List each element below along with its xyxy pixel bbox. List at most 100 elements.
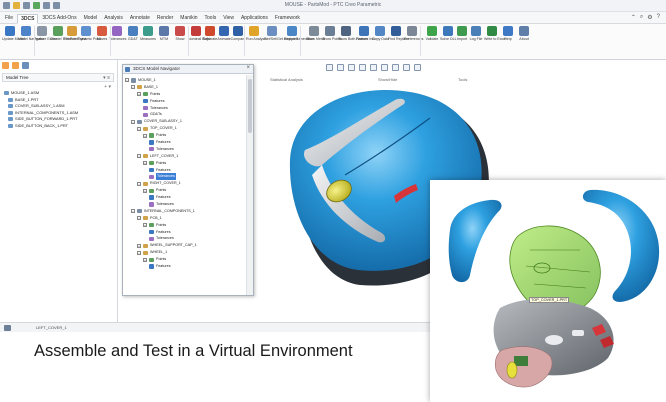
- navigator-item[interactable]: Tolerances: [125, 146, 247, 153]
- navigator-item[interactable]: Features: [125, 167, 247, 174]
- model-navigator-button[interactable]: Model Navigator: [18, 26, 44, 41]
- mtm-button[interactable]: MTM: [156, 26, 172, 41]
- collapse-icon[interactable]: −: [137, 181, 141, 186]
- navigator-item[interactable]: Features: [125, 98, 247, 105]
- tab-view[interactable]: View: [220, 14, 237, 24]
- show-both-names-button[interactable]: Show Both Names: [338, 26, 368, 41]
- collapse-icon[interactable]: −: [137, 126, 141, 131]
- expand-icon[interactable]: +: [143, 257, 147, 262]
- model-tree-header[interactable]: Model Tree ▾ ≡: [2, 73, 114, 82]
- moves-button[interactable]: Moves: [94, 26, 110, 41]
- view-manager-icon[interactable]: [414, 64, 421, 71]
- exploded-mouse-model[interactable]: [430, 180, 666, 402]
- tab-framework[interactable]: Framework: [272, 14, 303, 24]
- collapse-icon[interactable]: −: [131, 209, 135, 214]
- navigator-item[interactable]: − TOP_COVER_1: [125, 125, 247, 132]
- gd-t-button[interactable]: GD&T: [125, 26, 141, 41]
- saved-views-icon[interactable]: [403, 64, 410, 71]
- navigator-item[interactable]: Tolerances: [125, 201, 247, 208]
- navigator-item[interactable]: − MOUSE_1: [125, 77, 247, 84]
- navigator-titlebar[interactable]: 3DCS Model Navigator ×: [123, 65, 253, 74]
- tab-file[interactable]: File: [2, 14, 16, 24]
- navigator-item[interactable]: − INTERNAL_COMPONENTS_1: [125, 208, 247, 215]
- find-replace-button[interactable]: Find Replace: [388, 26, 409, 41]
- collapse-icon[interactable]: −: [125, 78, 129, 83]
- navigator-item[interactable]: − LEFT_COVER_1: [125, 153, 247, 160]
- pan-icon[interactable]: [370, 64, 377, 71]
- collapse-icon[interactable]: −: [137, 250, 141, 255]
- navigator-item[interactable]: Features: [125, 139, 247, 146]
- tree-filter-icon[interactable]: + ▾: [104, 84, 111, 90]
- dynamic-point-button[interactable]: Dynamic Point: [78, 26, 101, 41]
- navigator-item[interactable]: Features: [125, 229, 247, 236]
- expand-icon[interactable]: +: [137, 92, 141, 97]
- navigator-item[interactable]: + Points: [125, 91, 247, 98]
- tab-3dcs-add-ons[interactable]: 3DCS Add-Ons: [39, 14, 79, 24]
- navigator-item[interactable]: − COVER_SUB-ASSY_1: [125, 118, 247, 125]
- feature-info-button[interactable]: Feature Info: [356, 26, 375, 41]
- write-to-excel-button[interactable]: Write to Excel: [484, 26, 506, 41]
- folder-icon[interactable]: [2, 62, 9, 69]
- navigator-item[interactable]: − WHEEL_1: [125, 249, 247, 256]
- update-model-button[interactable]: Update Model: [2, 26, 24, 41]
- run-analysis-button[interactable]: Run Analysis: [246, 26, 267, 41]
- collapse-icon[interactable]: −: [131, 119, 135, 124]
- navigator-item[interactable]: Tolerances: [125, 105, 247, 112]
- navigator-item[interactable]: Features: [125, 194, 247, 201]
- expand-icon[interactable]: ⌃: [631, 14, 636, 21]
- show-mesh-button[interactable]: Show Mesh: [306, 26, 325, 41]
- expand-icon[interactable]: +: [143, 188, 147, 193]
- navigator-item[interactable]: − RIGHT_COVER_1: [125, 180, 247, 187]
- repaint-icon[interactable]: [359, 64, 366, 71]
- tab-3dcs[interactable]: 3DCS: [17, 14, 39, 24]
- expand-icon[interactable]: +: [143, 223, 147, 228]
- measures-button[interactable]: Measures: [140, 26, 156, 41]
- expand-icon[interactable]: +: [143, 161, 147, 166]
- spin-icon[interactable]: [381, 64, 388, 71]
- status-icon[interactable]: [4, 325, 11, 331]
- feature-editor-button[interactable]: Feature Editor: [34, 26, 57, 41]
- folder-open-icon[interactable]: [12, 62, 19, 69]
- zoom-out-icon[interactable]: [348, 64, 355, 71]
- help-icon[interactable]: ?: [657, 14, 660, 21]
- navigator-item[interactable]: − PCB_1: [125, 215, 247, 222]
- navigator-item[interactable]: Tolerances: [125, 173, 247, 181]
- close-icon[interactable]: ×: [246, 65, 250, 71]
- tab-render[interactable]: Render: [154, 14, 176, 24]
- expand-icon[interactable]: +: [137, 243, 141, 248]
- tab-manikin[interactable]: Manikin: [177, 14, 200, 24]
- show-button[interactable]: Show: [172, 26, 188, 41]
- navigator-item[interactable]: Features: [125, 263, 247, 270]
- layers-icon[interactable]: [22, 62, 29, 69]
- navigator-item[interactable]: + Points: [125, 132, 247, 139]
- collapse-icon[interactable]: −: [137, 154, 141, 159]
- expand-icon[interactable]: +: [143, 133, 147, 138]
- copy-data-button[interactable]: Copy Data: [372, 26, 389, 41]
- navigator-item[interactable]: GD&Ts: [125, 111, 247, 118]
- scrollbar-thumb[interactable]: [248, 79, 252, 133]
- navigator-item[interactable]: + Points: [125, 160, 247, 167]
- navigator-scrollbar[interactable]: [246, 75, 253, 295]
- navigator-item[interactable]: + Points: [125, 256, 247, 263]
- display-style-icon[interactable]: [392, 64, 399, 71]
- help-button[interactable]: Help: [500, 26, 516, 41]
- tree-settings-icon[interactable]: ▾ ≡: [103, 75, 110, 81]
- tab-tools[interactable]: Tools: [202, 14, 220, 24]
- navigator-item[interactable]: + Points: [125, 222, 247, 229]
- settings-icon[interactable]: ⚙: [647, 14, 652, 21]
- about-button[interactable]: About: [516, 26, 532, 41]
- get-set-get-analyses-button[interactable]: Get/Set/Get Analyses: [264, 26, 298, 41]
- tab-applications[interactable]: Applications: [238, 14, 271, 24]
- validate-button[interactable]: Validate: [424, 26, 440, 41]
- collapse-icon[interactable]: −: [137, 216, 141, 221]
- search-icon[interactable]: ⌕: [640, 14, 643, 21]
- navigator-item[interactable]: − BASE_1: [125, 84, 247, 91]
- tab-annotate[interactable]: Annotate: [127, 14, 153, 24]
- tab-model[interactable]: Model: [81, 14, 101, 24]
- collapse-icon[interactable]: −: [131, 85, 135, 90]
- tab-analysis[interactable]: Analysis: [101, 14, 126, 24]
- tree-item[interactable]: SIDE_BUTTON_BACK_1.PRT: [4, 123, 78, 130]
- zoom-fit-icon[interactable]: [326, 64, 333, 71]
- navigator-item[interactable]: Tolerances: [125, 235, 247, 242]
- log-file-button[interactable]: Log File: [468, 26, 484, 41]
